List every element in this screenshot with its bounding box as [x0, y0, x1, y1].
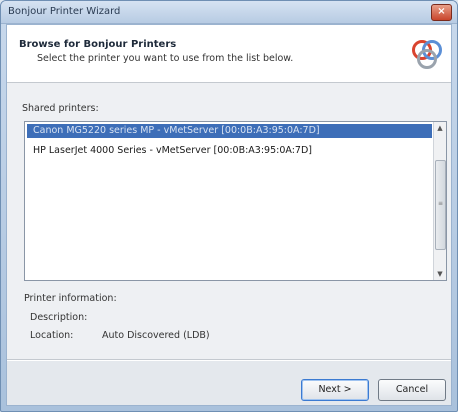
wizard-footer: Next > Cancel — [7, 361, 451, 405]
cancel-button[interactable]: Cancel — [378, 379, 446, 401]
printer-list-item[interactable]: HP LaserJet 4000 Series - vMetServer [00… — [27, 144, 432, 158]
location-label: Location: — [30, 330, 74, 341]
wizard-header: Browse for Bonjour Printers Select the p… — [7, 25, 451, 83]
printer-item-label: Canon MG5220 series MP - vMetServer [00:… — [33, 125, 320, 136]
page-subtitle: Select the printer you want to use from … — [37, 53, 294, 64]
location-value: Auto Discovered (LDB) — [102, 330, 210, 341]
wizard-client-area: Browse for Bonjour Printers Select the p… — [6, 24, 452, 406]
grip-icon: ≡ — [437, 200, 444, 207]
scroll-down-icon[interactable]: ▼ — [434, 268, 446, 280]
scroll-up-icon[interactable]: ▲ — [434, 122, 446, 134]
wizard-window: Bonjour Printer Wizard × Browse for Bonj… — [0, 0, 458, 412]
bonjour-logo-icon — [412, 40, 442, 69]
page-title: Browse for Bonjour Printers — [19, 39, 177, 50]
vertical-scrollbar[interactable]: ▲ ≡ ▼ — [433, 122, 446, 280]
printer-information-title: Printer information: — [24, 293, 117, 304]
description-label: Description: — [30, 312, 88, 323]
printer-listbox[interactable]: Canon MG5220 series MP - vMetServer [00:… — [24, 121, 447, 281]
title-bar[interactable]: Bonjour Printer Wizard × — [1, 1, 457, 24]
printer-item-label: HP LaserJet 4000 Series - vMetServer [00… — [33, 145, 312, 156]
close-icon: × — [437, 6, 446, 17]
printer-list-item[interactable]: Canon MG5220 series MP - vMetServer [00:… — [27, 124, 432, 138]
window-title: Bonjour Printer Wizard — [8, 6, 121, 17]
scrollbar-thumb[interactable]: ≡ — [435, 160, 446, 250]
shared-printers-label: Shared printers: — [22, 103, 99, 114]
close-button[interactable]: × — [431, 4, 452, 21]
next-button[interactable]: Next > — [301, 379, 369, 401]
